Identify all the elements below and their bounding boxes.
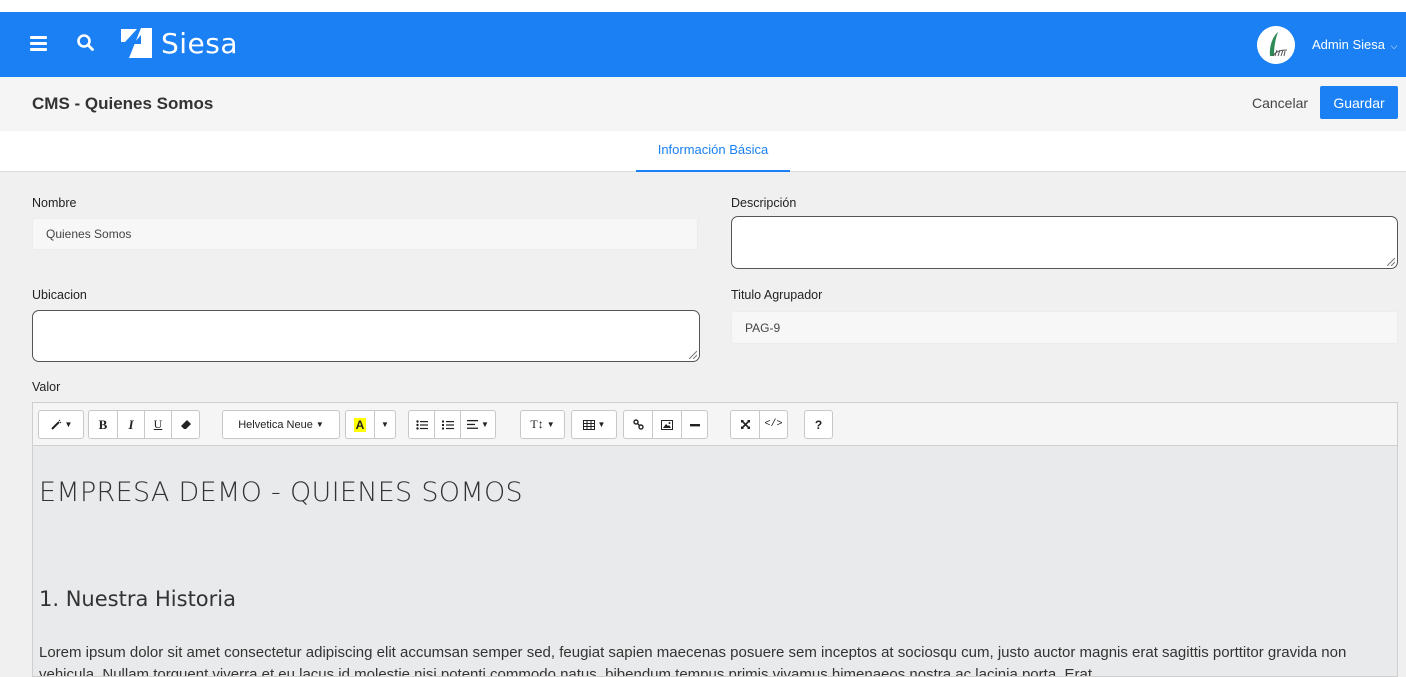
font-name-dropdown[interactable]: Helvetica Neue ▼ <box>222 410 340 439</box>
bold-icon[interactable]: B <box>88 410 118 439</box>
code-view-icon[interactable]: </> <box>759 410 788 439</box>
siesa-logo[interactable]: Siesa <box>119 25 238 61</box>
ubicacion-label: Ubicacion <box>32 288 87 302</box>
brand-name: Siesa <box>161 26 239 60</box>
rich-text-editor: ▼ B I U Helvetica Neue ▼ A ▼ ▼ T↕ ▼ ▼ </… <box>32 402 1398 677</box>
form-area: Nombre Quienes Somos Descripción Ubicaci… <box>0 172 1406 677</box>
cancel-button[interactable]: Cancelar <box>1252 95 1308 111</box>
chevron-down-icon: ⌵ <box>1390 41 1398 51</box>
horizontal-rule-icon[interactable] <box>681 410 708 439</box>
link-icon[interactable] <box>623 410 653 439</box>
tab-bar: Información Básica <box>0 131 1406 172</box>
help-icon[interactable]: ? <box>804 410 833 439</box>
line-height-label: T↕ <box>530 417 544 431</box>
magic-wand-icon[interactable]: ▼ <box>38 410 84 439</box>
user-avatar[interactable] <box>1257 26 1295 64</box>
underline-icon[interactable]: U <box>144 410 172 439</box>
user-menu-dropdown[interactable]: Admin Siesa ⌵ <box>1312 37 1397 52</box>
nombre-label: Nombre <box>32 196 77 210</box>
text-color-icon[interactable]: A <box>345 410 375 439</box>
user-name: Admin Siesa <box>1312 37 1385 52</box>
caret-down-icon: ▼ <box>315 420 324 429</box>
table-icon[interactable]: ▼ <box>571 410 617 439</box>
content-subheading: 1. Nuestra Historia <box>39 587 236 611</box>
editor-toolbar: ▼ B I U Helvetica Neue ▼ A ▼ ▼ T↕ ▼ ▼ </… <box>33 403 1397 446</box>
titulo-agrupador-input[interactable]: PAG-9 <box>731 311 1398 344</box>
ubicacion-textarea[interactable] <box>32 310 700 362</box>
hamburger-menu-icon[interactable] <box>30 36 47 51</box>
picture-icon[interactable] <box>652 410 682 439</box>
fullscreen-icon[interactable] <box>730 410 760 439</box>
content-heading: EMPRESA DEMO - QUIENES SOMOS <box>39 477 523 508</box>
descripcion-textarea[interactable] <box>731 216 1398 269</box>
descripcion-label: Descripción <box>731 196 797 210</box>
save-button[interactable]: Guardar <box>1320 86 1398 119</box>
ordered-list-icon[interactable] <box>434 410 461 439</box>
unordered-list-icon[interactable] <box>408 410 435 439</box>
resize-grip-icon[interactable] <box>689 351 697 359</box>
line-height-icon[interactable]: T↕ ▼ <box>520 410 565 439</box>
valor-label: Valor <box>32 380 61 394</box>
page-title: CMS - Quienes Somos <box>32 94 214 113</box>
page-header: CMS - Quienes Somos Cancelar Guardar <box>0 77 1406 131</box>
nombre-input[interactable]: Quienes Somos <box>32 218 698 250</box>
content-paragraph: Lorem ipsum dolor sit amet consectetur a… <box>39 644 1347 677</box>
paragraph-align-icon[interactable]: ▼ <box>460 410 496 439</box>
siesa-logo-icon <box>121 28 152 58</box>
search-icon[interactable] <box>76 33 96 53</box>
titulo-agrupador-label: Titulo Agrupador <box>731 288 823 302</box>
top-navbar: Siesa Admin Siesa ⌵ <box>0 12 1406 77</box>
color-letter: A <box>353 417 367 432</box>
font-name-label: Helvetica Neue <box>238 418 313 431</box>
tab-informacion-basica[interactable]: Información Básica <box>636 131 790 172</box>
italic-icon[interactable]: I <box>117 410 145 439</box>
eraser-icon[interactable] <box>171 410 200 439</box>
resize-grip-icon[interactable] <box>1387 258 1395 266</box>
editor-content-area[interactable]: EMPRESA DEMO - QUIENES SOMOS 1. Nuestra … <box>33 446 1397 677</box>
color-dropdown-icon[interactable]: ▼ <box>374 410 396 439</box>
